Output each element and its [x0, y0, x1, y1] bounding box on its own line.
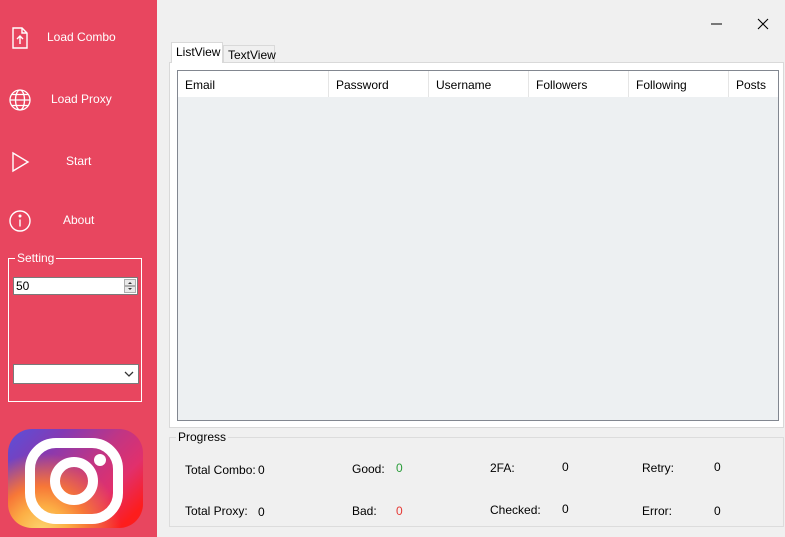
- start-button[interactable]: Start: [0, 142, 157, 182]
- tab-textview[interactable]: TextView: [223, 45, 276, 63]
- total-proxy-value: 0: [258, 505, 265, 519]
- caret-up-icon: [128, 282, 132, 284]
- spinner-down-button[interactable]: [124, 286, 136, 293]
- tab-listview[interactable]: ListView: [171, 42, 223, 63]
- close-icon: [757, 18, 769, 30]
- column-header-posts[interactable]: Posts: [729, 71, 778, 97]
- about-label: About: [63, 213, 95, 227]
- checked-label: Checked:: [490, 503, 541, 517]
- close-button[interactable]: [753, 14, 773, 34]
- column-header-username[interactable]: Username: [429, 71, 529, 97]
- progress-group: Progress Total Combo: 0 Total Proxy: 0 G…: [169, 430, 784, 527]
- start-label: Start: [66, 154, 92, 168]
- bad-value: 0: [396, 504, 403, 518]
- twofa-label: 2FA:: [490, 461, 515, 475]
- checked-value: 0: [562, 502, 569, 516]
- threads-spinner[interactable]: [13, 277, 138, 295]
- mode-dropdown[interactable]: [13, 364, 139, 384]
- good-value: 0: [396, 461, 403, 475]
- upload-file-icon: [8, 26, 32, 50]
- sidebar: Load Combo Load Proxy Start About Settin…: [0, 0, 157, 537]
- instagram-camera-icon: [25, 438, 123, 524]
- retry-value: 0: [714, 460, 721, 474]
- total-combo-value: 0: [258, 463, 265, 477]
- load-combo-button[interactable]: Load Combo: [0, 18, 157, 58]
- settings-group: Setting: [8, 251, 142, 402]
- error-label: Error:: [642, 504, 672, 518]
- threads-input[interactable]: [16, 279, 121, 293]
- chevron-down-icon: [124, 371, 134, 377]
- globe-icon: [8, 88, 32, 112]
- twofa-value: 0: [562, 460, 569, 474]
- settings-legend: Setting: [15, 251, 57, 265]
- load-proxy-label: Load Proxy: [51, 92, 112, 106]
- column-header-password[interactable]: Password: [329, 71, 429, 97]
- about-button[interactable]: About: [0, 201, 157, 241]
- column-header-email[interactable]: Email: [178, 71, 329, 97]
- progress-legend: Progress: [176, 430, 229, 444]
- retry-label: Retry:: [642, 461, 675, 475]
- column-header-following[interactable]: Following: [629, 71, 729, 97]
- tab-panel-listview: Email Password Username Followers Follow…: [169, 62, 784, 428]
- load-combo-label: Load Combo: [47, 30, 116, 44]
- load-proxy-button[interactable]: Load Proxy: [0, 80, 157, 120]
- minimize-icon: [711, 23, 722, 25]
- spinner-up-button[interactable]: [124, 279, 136, 286]
- info-icon: [8, 209, 32, 233]
- caret-down-icon: [128, 288, 132, 290]
- play-icon: [8, 150, 32, 174]
- good-label: Good:: [352, 462, 385, 476]
- column-header-followers[interactable]: Followers: [529, 71, 629, 97]
- error-value: 0: [714, 504, 721, 518]
- bad-label: Bad:: [352, 504, 377, 518]
- total-proxy-label: Total Proxy:: [185, 504, 248, 518]
- instagram-logo: [8, 429, 143, 528]
- minimize-button[interactable]: [707, 14, 727, 34]
- listview-header: Email Password Username Followers Follow…: [178, 71, 778, 97]
- results-listview[interactable]: Email Password Username Followers Follow…: [177, 70, 779, 421]
- total-combo-label: Total Combo:: [185, 463, 256, 477]
